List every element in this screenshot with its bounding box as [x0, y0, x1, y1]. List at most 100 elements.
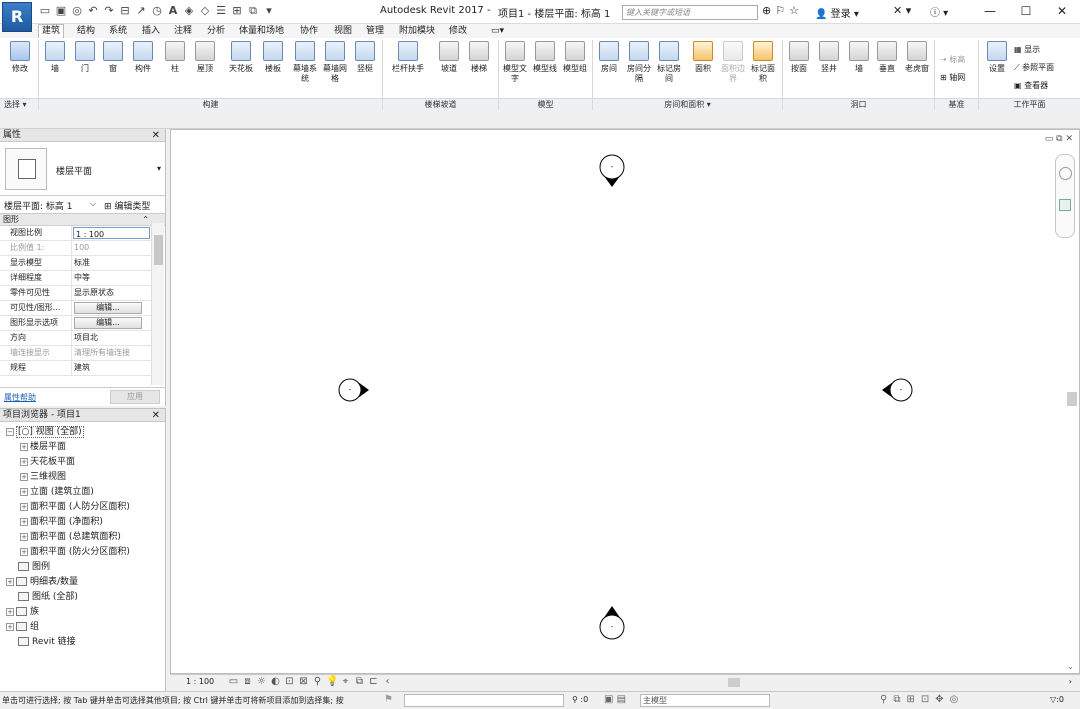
elevation-marker-east[interactable]: -	[877, 375, 917, 405]
close-button[interactable]: ✕	[1044, 0, 1080, 24]
thin-lines-icon[interactable]: ☰	[214, 4, 228, 18]
by-face-button[interactable]: 按面	[786, 41, 812, 74]
column-button[interactable]: 柱	[162, 41, 188, 74]
tree-item[interactable]: + 楼层平面	[0, 440, 166, 455]
tab-modify[interactable]: 修改	[446, 25, 470, 38]
chevron-down-icon[interactable]: ▾	[157, 164, 161, 173]
category-graphics[interactable]: 图形 ⌃	[0, 214, 165, 226]
property-value[interactable]: 1 : 100	[73, 227, 150, 239]
expand-icon[interactable]: +	[20, 457, 28, 466]
drawing-area[interactable]: ▭ ⧉ ✕ ⌄ - - - -	[170, 129, 1080, 674]
scrollbar-thumb[interactable]	[728, 678, 740, 687]
type-selector[interactable]: 楼层平面 ▾	[0, 142, 165, 196]
tree-item[interactable]: + 明细表/数量	[0, 575, 166, 590]
tab-systems[interactable]: 系统	[106, 25, 130, 38]
shadows-icon[interactable]: ◐	[270, 676, 281, 687]
select-by-face-icon[interactable]: ⊡	[921, 694, 929, 705]
tag-icon[interactable]: ◷	[150, 4, 164, 18]
collapse-icon[interactable]: −	[6, 427, 14, 436]
tab-analyze[interactable]: 分析	[204, 25, 228, 38]
qat-dropdown-icon[interactable]: ▾	[262, 4, 276, 18]
text-icon[interactable]: A	[166, 4, 180, 18]
exchange-icon[interactable]: ✕ ▾	[893, 4, 911, 17]
tag-area-button[interactable]: 标记面积	[750, 41, 776, 84]
scrollbar-thumb[interactable]	[1067, 392, 1077, 406]
door-button[interactable]: 门	[72, 41, 98, 74]
tree-item[interactable]: + 面积平面 (总建筑面积)	[0, 530, 166, 545]
tab-architecture[interactable]: 建筑	[38, 24, 65, 39]
mullion-button[interactable]: 竖梃	[352, 41, 378, 74]
3d-view-icon[interactable]: ◈	[182, 4, 196, 18]
section-icon[interactable]: ◇	[198, 4, 212, 18]
elevation-marker-west[interactable]: -	[336, 375, 376, 405]
set-work-plane-button[interactable]: 设置	[984, 41, 1010, 74]
horizontal-scrollbar[interactable]	[416, 678, 1062, 687]
model-text-button[interactable]: 模型文字	[502, 41, 528, 84]
visual-style-icon[interactable]: ⧈	[242, 676, 253, 687]
close-hidden-icon[interactable]: ⊞	[230, 4, 244, 18]
property-value[interactable]: 中等	[72, 271, 151, 285]
apply-button[interactable]: 应用	[110, 390, 160, 404]
model-group-button[interactable]: 模型组	[562, 41, 588, 74]
scroll-right-icon[interactable]: ›	[1069, 677, 1072, 686]
select-links-icon[interactable]: ⚲	[880, 694, 887, 705]
tree-item[interactable]: + 面积平面 (净面积)	[0, 515, 166, 530]
model-line-button[interactable]: 模型线	[532, 41, 558, 74]
property-value[interactable]: 建筑	[72, 361, 151, 375]
crop-view-icon[interactable]: ⊡	[284, 676, 295, 687]
wall-button[interactable]: 墙	[42, 41, 68, 74]
sync-icon[interactable]: ◎	[70, 4, 84, 18]
measure-icon[interactable]: ⊟	[118, 4, 132, 18]
railing-button[interactable]: 栏杆扶手	[388, 41, 428, 74]
analytical-model-icon[interactable]: ⌖	[340, 676, 351, 687]
tree-item[interactable]: + 面积平面 (防火分区面积)	[0, 545, 166, 560]
minimize-button[interactable]: —	[972, 0, 1008, 24]
undo-icon[interactable]: ↶	[86, 4, 100, 18]
maximize-button[interactable]: ☐	[1008, 0, 1044, 24]
tab-manage[interactable]: 管理	[363, 25, 387, 38]
design-options-icon[interactable]: ▣ ▤	[604, 694, 626, 705]
area-button[interactable]: 面积	[690, 41, 716, 74]
expand-icon[interactable]: +	[6, 622, 14, 631]
view-scale[interactable]: 1 : 100	[186, 677, 214, 686]
area-boundary-button[interactable]: 面积边界	[720, 41, 746, 84]
tree-item[interactable]: Revit 链接	[0, 635, 166, 650]
vertical-opening-button[interactable]: 垂直	[874, 41, 900, 74]
tree-item[interactable]: + 三维视图	[0, 470, 166, 485]
edit-button[interactable]: 编辑...	[74, 317, 142, 329]
show-crop-icon[interactable]: ⊠	[298, 676, 309, 687]
property-value[interactable]: 标准	[72, 256, 151, 270]
expand-icon[interactable]: +	[20, 487, 28, 496]
wall-opening-button[interactable]: 墙	[846, 41, 872, 74]
tree-item[interactable]: + 面积平面 (人防分区面积)	[0, 500, 166, 515]
modify-button[interactable]: 修改	[6, 41, 34, 74]
property-value[interactable]: 编辑...	[72, 301, 151, 315]
redo-icon[interactable]: ↷	[102, 4, 116, 18]
close-icon[interactable]: ✕	[152, 409, 160, 422]
select-underlay-icon[interactable]: ⧉	[893, 694, 900, 705]
expand-icon[interactable]: +	[20, 442, 28, 451]
viewer-button[interactable]: ▣ 查看器	[1014, 80, 1048, 91]
help-icon[interactable]: ⓘ ▾	[930, 4, 948, 19]
ceiling-button[interactable]: 天花板	[224, 41, 258, 74]
expand-icon[interactable]: +	[20, 502, 28, 511]
component-button[interactable]: 构件	[130, 41, 156, 74]
collapse-icon[interactable]: ⌃	[142, 214, 149, 226]
expand-icon[interactable]: +	[6, 577, 14, 586]
open-icon[interactable]: ▭	[38, 4, 52, 18]
edit-type-button[interactable]: ⊞ 编辑类型	[104, 199, 150, 212]
vertical-scrollbar[interactable]: ⌄	[1065, 130, 1079, 673]
tab-structure[interactable]: 结构	[74, 25, 98, 38]
curtain-system-button[interactable]: 幕墙系统	[292, 41, 318, 84]
ribbon-minimize-icon[interactable]: ▭▾	[488, 25, 507, 38]
switch-window-icon[interactable]: ⧉	[246, 4, 260, 18]
workset-select[interactable]	[404, 694, 564, 707]
tree-item[interactable]: + 组	[0, 620, 166, 635]
tab-collaborate[interactable]: 协作	[297, 25, 321, 38]
floor-button[interactable]: 楼板	[260, 41, 286, 74]
login-button[interactable]: 👤 登录 ▾	[815, 5, 859, 20]
tree-item[interactable]: − [○] 视图 (全部)	[0, 425, 166, 440]
tab-view[interactable]: 视图	[331, 25, 355, 38]
tag-room-button[interactable]: 标记房间	[656, 41, 682, 84]
ramp-button[interactable]: 坡道	[436, 41, 462, 74]
